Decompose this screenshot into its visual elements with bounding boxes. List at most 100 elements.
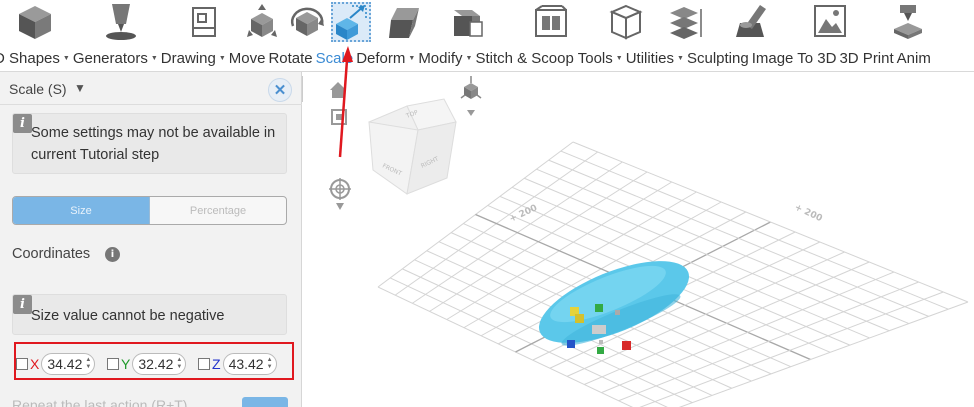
gizmo-handle[interactable] <box>575 314 584 323</box>
z-size-value: 43.42 <box>228 356 264 372</box>
toolbar-menu-modify[interactable]: Modify ▼ <box>418 47 475 69</box>
info-icon: i <box>13 295 32 314</box>
toolbar-menu-label: Anim <box>896 49 931 67</box>
mode-size-button[interactable]: Size <box>13 197 150 224</box>
toolbar-menu-label: Rotate <box>268 49 313 67</box>
toolbar-menu-label: Utilities <box>625 49 675 67</box>
y-axis-label: Y <box>121 356 131 372</box>
z-lock-checkbox[interactable] <box>198 358 210 370</box>
toolbar-menu-label: Deform <box>356 49 406 67</box>
cube-icon[interactable] <box>14 2 56 42</box>
gizmo-handle[interactable] <box>597 347 604 354</box>
size-inputs-row: X 34.42 ▲ ▼ Y 32.42 ▲ ▼ Z 43.42 ▲ ▼ <box>14 342 294 380</box>
panel-menu-caret-icon[interactable]: ▼ <box>74 81 86 95</box>
info-icon: i <box>13 114 32 133</box>
home-view-icon[interactable] <box>330 82 346 98</box>
coordinates-label: Coordinates <box>12 246 91 262</box>
move-icon[interactable] <box>244 2 280 42</box>
scale-panel: Scale (S) ▼ ✕ i Some settings may not be… <box>0 72 302 407</box>
toolbar-menu-rotate[interactable]: Rotate <box>268 47 315 69</box>
y-size-value: 32.42 <box>138 356 174 372</box>
orbit-icon[interactable] <box>329 178 351 210</box>
chevron-down-icon: ▼ <box>677 54 684 62</box>
toolbar-menu-sculpting[interactable]: Sculpting <box>687 47 752 69</box>
gizmo-handle[interactable] <box>599 340 603 344</box>
toolbar-menu-image-to-3d[interactable]: Image To 3D <box>752 47 840 69</box>
chevron-down-icon: ▼ <box>150 54 158 62</box>
deform-icon[interactable] <box>385 2 425 42</box>
y-lock-checkbox[interactable] <box>107 358 119 370</box>
y-axis-group: Y 32.42 ▲ ▼ <box>107 353 187 375</box>
coordinates-info-icon[interactable]: i <box>105 247 120 262</box>
y-stepper-icon[interactable]: ▲ ▼ <box>176 357 182 371</box>
tutorial-notice-text: Some settings may not be available in cu… <box>31 125 276 163</box>
toolbar-menu-anim[interactable]: Anim <box>897 47 934 69</box>
z-stepper-icon[interactable]: ▲ ▼ <box>267 357 273 371</box>
main-toolbar: D Shapes ▼ Generators ▼ Drawing ▼ Move Rotate Sc… <box>0 0 974 72</box>
z-axis-label: Z <box>212 356 221 372</box>
image-to-3d-icon[interactable] <box>810 2 850 42</box>
grid-label-right: + 200 <box>793 203 824 225</box>
gizmo-handle[interactable] <box>615 310 620 315</box>
layers-icon[interactable] <box>666 2 706 42</box>
toolbar-menu-move[interactable]: Move <box>229 47 269 69</box>
x-stepper-icon[interactable]: ▲ ▼ <box>85 357 91 371</box>
camera-axes-icon[interactable] <box>460 76 482 116</box>
sculpting-icon[interactable] <box>732 2 772 42</box>
z-size-input[interactable]: 43.42 ▲ ▼ <box>222 353 277 375</box>
grid-line <box>678 301 969 407</box>
toolbar-menu-label: Move <box>228 49 266 67</box>
toolbar-menu-label: 3D Print <box>839 49 894 67</box>
panel-header: Scale (S) ▼ ✕ <box>0 72 302 105</box>
stitch-scoop-icon[interactable] <box>530 2 572 42</box>
gizmo-handle[interactable] <box>592 325 606 334</box>
scale-mode-toggle: Size Percentage <box>12 196 287 225</box>
mode-percentage-button[interactable]: Percentage <box>150 197 286 224</box>
gizmo-handle[interactable] <box>622 341 631 350</box>
y-size-input[interactable]: 32.42 ▲ ▼ <box>132 353 187 375</box>
toolbar-menu-label: Modify <box>418 49 463 67</box>
navigation-cube[interactable]: TOP FRONT RIGHT <box>368 98 457 195</box>
generator-icon[interactable] <box>100 2 142 42</box>
negative-value-notice-text: Size value cannot be negative <box>31 308 225 324</box>
toolbar-menu-label: Stitch & Scoop Tools <box>475 49 613 67</box>
x-size-value: 34.42 <box>47 356 83 372</box>
rotate-icon[interactable] <box>287 2 327 42</box>
toolbar-menu-label: Image To 3D <box>751 49 837 67</box>
modify-icon[interactable] <box>446 2 486 42</box>
close-panel-button[interactable]: ✕ <box>268 78 292 102</box>
toolbar-menu-deform[interactable]: Deform ▼ <box>356 47 418 69</box>
repeat-last-action-label: Repeat the last action (R+T) <box>12 397 188 407</box>
scale-icon[interactable] <box>331 2 371 42</box>
toolbar-menu-d-shapes[interactable]: D Shapes ▼ <box>0 47 73 69</box>
x-axis-group: X 34.42 ▲ ▼ <box>16 353 96 375</box>
toolbar-menu-drawing[interactable]: Drawing ▼ <box>161 47 229 69</box>
gizmo-handle[interactable] <box>567 340 575 348</box>
toolbar-labels: D Shapes ▼ Generators ▼ Drawing ▼ Move Rotate Sc… <box>0 47 934 69</box>
chevron-down-icon: ▼ <box>218 54 226 62</box>
z-axis-group: Z 43.42 ▲ ▼ <box>198 353 277 375</box>
drawing-icon[interactable] <box>186 2 222 42</box>
3d-viewport[interactable]: TOP FRONT RIGHT + 200 + 200 <box>303 72 974 407</box>
toolbar-menu-label: Scale <box>315 49 354 67</box>
chevron-down-icon: ▼ <box>615 54 623 62</box>
utilities-icon[interactable] <box>606 2 646 42</box>
toolbar-menu-label: Sculpting <box>686 49 749 67</box>
panel-title: Scale (S) <box>9 81 67 97</box>
gizmo-handle[interactable] <box>595 304 603 312</box>
x-lock-checkbox[interactable] <box>16 358 28 370</box>
3d-print-icon[interactable] <box>888 2 928 42</box>
repeat-last-action-button[interactable] <box>242 397 288 407</box>
toolbar-menu-scale[interactable]: Scale <box>316 47 357 69</box>
x-size-input[interactable]: 34.42 ▲ ▼ <box>41 353 96 375</box>
grid-line <box>639 291 944 407</box>
toolbar-menu-label: Generators <box>72 49 148 67</box>
toolbar-menu-label: D Shapes <box>0 49 60 67</box>
fit-view-icon[interactable] <box>331 109 347 125</box>
toolbar-menu-utilities[interactable]: Utilities ▼ <box>626 47 687 69</box>
chevron-down-icon: ▼ <box>465 54 473 62</box>
toolbar-menu-3d-print[interactable]: 3D Print <box>839 47 896 69</box>
toolbar-menu-label: Drawing <box>160 49 216 67</box>
toolbar-menu-stitch-scoop-tools[interactable]: Stitch & Scoop Tools ▼ <box>475 47 625 69</box>
toolbar-menu-generators[interactable]: Generators ▼ <box>73 47 161 69</box>
